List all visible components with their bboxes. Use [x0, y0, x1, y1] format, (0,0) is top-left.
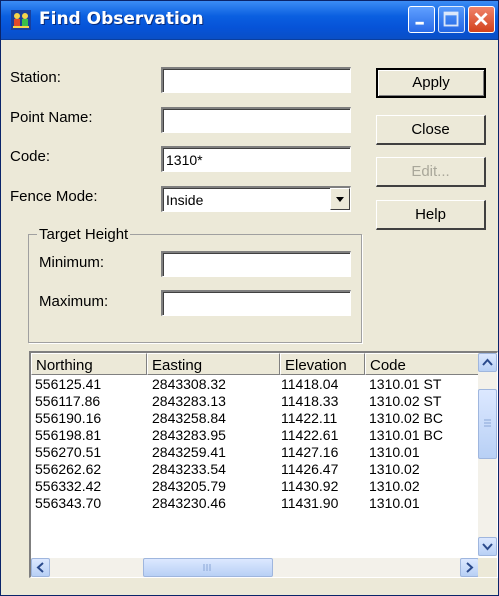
scroll-down-button[interactable]: [478, 537, 497, 556]
cell-northing: 556198.81: [35, 427, 102, 443]
minimum-label: Minimum:: [39, 254, 105, 271]
cell-northing: 556332.42: [35, 478, 102, 494]
close-icon: [474, 12, 488, 26]
scroll-up-button[interactable]: [478, 353, 497, 372]
vertical-scroll-thumb[interactable]: [478, 389, 497, 459]
cell-easting: 2843205.79: [152, 478, 226, 494]
column-header-elevation[interactable]: Elevation: [280, 353, 365, 375]
table-row[interactable]: 556343.70 2843230.46 11431.90 1310.01: [31, 495, 471, 512]
cell-code: 1310.02 BC: [369, 410, 443, 426]
results-list[interactable]: Northing Easting Elevation Code 556125.4…: [29, 351, 498, 578]
table-row[interactable]: 556270.51 2843259.41 11427.16 1310.01: [31, 444, 471, 461]
horizontal-scroll-thumb[interactable]: [143, 558, 273, 577]
table-row[interactable]: 556125.41 2843308.32 11418.04 1310.01 ST: [31, 376, 471, 393]
cell-northing: 556270.51: [35, 444, 102, 460]
fence-mode-value: Inside: [166, 192, 204, 208]
scroll-left-button[interactable]: [31, 558, 50, 577]
target-height-title: Target Height: [37, 226, 131, 243]
cell-code: 1310.01 ST: [369, 376, 442, 392]
scrollbar-corner: [478, 558, 497, 577]
cell-code: 1310.01: [369, 495, 420, 511]
title-bar[interactable]: Find Observation: [1, 1, 498, 40]
column-header-easting[interactable]: Easting: [147, 353, 280, 375]
table-row[interactable]: 556190.16 2843258.84 11422.11 1310.02 BC: [31, 410, 471, 427]
cell-northing: 556190.16: [35, 410, 102, 426]
cell-easting: 2843259.41: [152, 444, 226, 460]
cell-easting: 2843283.95: [152, 427, 226, 443]
cell-easting: 2843258.84: [152, 410, 226, 426]
cell-code: 1310.02: [369, 478, 420, 494]
cell-elevation: 11431.90: [281, 495, 339, 511]
maximum-label: Maximum:: [39, 293, 109, 310]
cell-easting: 2843283.13: [152, 393, 226, 409]
cell-elevation: 11422.61: [281, 427, 339, 443]
fence-mode-dropdown-button[interactable]: [330, 188, 350, 210]
horizontal-scrollbar[interactable]: [31, 558, 479, 577]
chevron-down-icon: [336, 197, 344, 202]
minimize-button[interactable]: [408, 6, 435, 33]
grip-icon: [484, 419, 491, 427]
table-row[interactable]: 556332.42 2843205.79 11430.92 1310.02: [31, 478, 471, 495]
help-button[interactable]: Help: [376, 200, 486, 230]
cell-elevation: 11422.11: [281, 410, 338, 426]
cell-code: 1310.01 BC: [369, 427, 443, 443]
chevron-right-icon: [466, 562, 474, 573]
point-name-label: Point Name:: [10, 109, 93, 126]
column-header-northing[interactable]: Northing: [31, 353, 147, 375]
code-field[interactable]: 1310*: [161, 146, 351, 172]
vertical-scrollbar[interactable]: [478, 353, 497, 556]
close-window-button[interactable]: [468, 6, 495, 33]
maximize-button[interactable]: [438, 6, 465, 33]
find-observation-window: Find Observation Station: Point Name: Co…: [0, 0, 499, 596]
station-field[interactable]: [161, 67, 351, 93]
window-title: Find Observation: [39, 9, 204, 29]
fence-mode-label: Fence Mode:: [10, 188, 98, 205]
edit-button[interactable]: Edit...: [376, 157, 486, 187]
cell-elevation: 11426.47: [281, 461, 339, 477]
code-label: Code:: [10, 148, 51, 165]
cell-easting: 2843230.46: [152, 495, 226, 511]
chevron-left-icon: [36, 562, 44, 573]
column-header-code[interactable]: Code: [365, 353, 479, 375]
cell-code: 1310.02: [369, 461, 420, 477]
cell-northing: 556262.62: [35, 461, 102, 477]
chevron-up-icon: [482, 358, 493, 366]
table-row[interactable]: 556262.62 2843233.54 11426.47 1310.02: [31, 461, 471, 478]
chevron-down-icon: [482, 543, 493, 551]
scroll-right-button[interactable]: [460, 558, 479, 577]
maximize-icon: [443, 11, 459, 27]
apply-button[interactable]: Apply: [376, 68, 486, 98]
cell-elevation: 11418.04: [281, 376, 339, 392]
cell-elevation: 11418.33: [281, 393, 339, 409]
close-button[interactable]: Close: [376, 115, 486, 145]
cell-northing: 556125.41: [35, 376, 102, 392]
maximum-field[interactable]: [161, 290, 351, 316]
point-name-field[interactable]: [161, 107, 351, 133]
cell-easting: 2843308.32: [152, 376, 226, 392]
cell-easting: 2843233.54: [152, 461, 226, 477]
cell-elevation: 11427.16: [281, 444, 339, 460]
cell-northing: 556117.86: [35, 393, 101, 409]
people-app-icon: [11, 10, 31, 30]
cell-northing: 556343.70: [35, 495, 102, 511]
grip-icon: [203, 564, 211, 571]
minimize-icon: [415, 21, 424, 25]
table-row[interactable]: 556117.86 2843283.13 11418.33 1310.02 ST: [31, 393, 471, 410]
cell-code: 1310.01: [369, 444, 420, 460]
minimum-field[interactable]: [161, 251, 351, 277]
cell-code: 1310.02 ST: [369, 393, 442, 409]
cell-elevation: 11430.92: [281, 478, 339, 494]
fence-mode-select[interactable]: Inside: [161, 186, 351, 212]
table-row[interactable]: 556198.81 2843283.95 11422.61 1310.01 BC: [31, 427, 471, 444]
station-label: Station:: [10, 69, 61, 86]
